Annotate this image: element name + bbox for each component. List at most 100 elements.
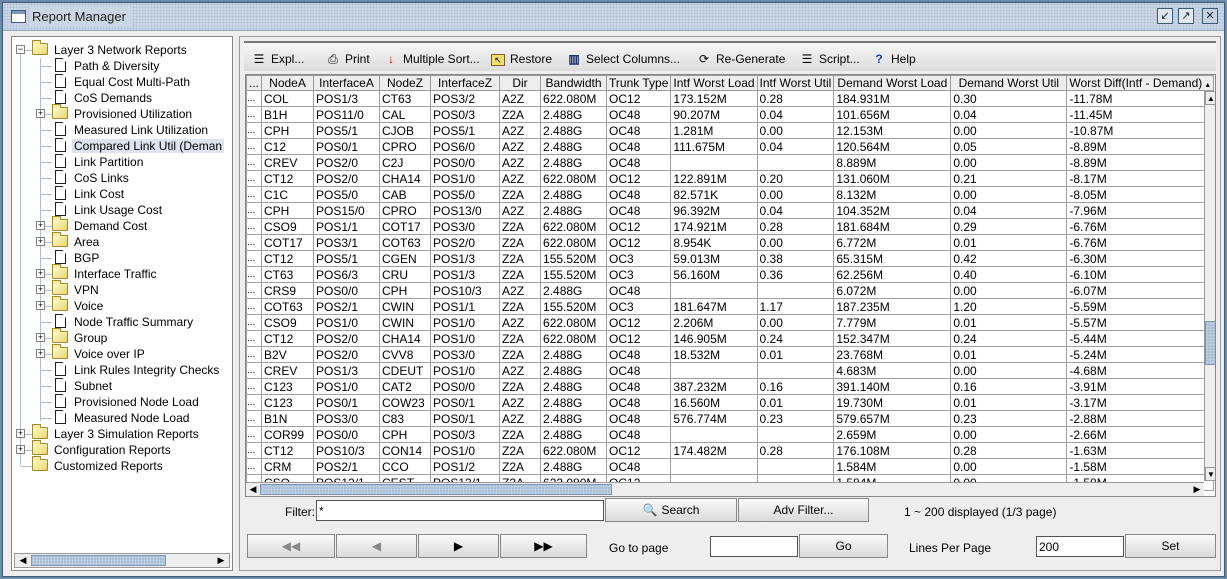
search-button[interactable]: 🔍 Search bbox=[605, 498, 737, 522]
adv-filter-button[interactable]: Adv Filter... bbox=[738, 498, 869, 522]
column-header[interactable]: Intf Worst Load bbox=[670, 75, 758, 91]
restore-down-button[interactable]: ↙ bbox=[1157, 8, 1173, 24]
tree-item[interactable]: Voice bbox=[52, 296, 105, 314]
table-row[interactable]: ... CSO9 POS1/1 COT17 POS3/0 Z2A 622.080M OC12 1… bbox=[246, 218, 1215, 235]
tree-item[interactable]: Customized Reports bbox=[32, 456, 165, 474]
select-columns-button[interactable]: ▥ Select Columns... bbox=[567, 51, 680, 67]
scroll-down-arrow-icon[interactable]: ▼ bbox=[1205, 467, 1215, 481]
tree-item[interactable]: Voice over IP bbox=[52, 344, 147, 362]
column-header[interactable]: Demand Worst Load bbox=[833, 75, 952, 91]
column-header[interactable]: InterfaceZ bbox=[430, 75, 501, 91]
tree-item[interactable]: Provisioned Node Load bbox=[52, 394, 201, 410]
table-row[interactable]: ... CRM POS2/1 CCO POS1/2 Z2A 2.488G OC48 1.584M… bbox=[246, 458, 1215, 475]
column-header[interactable]: InterfaceA bbox=[313, 75, 381, 91]
expand-icon[interactable]: + bbox=[36, 269, 45, 278]
first-page-button[interactable]: ◀◀ bbox=[247, 534, 335, 558]
print-button[interactable]: ⎙ Print bbox=[326, 51, 370, 67]
set-button[interactable]: Set bbox=[1125, 534, 1216, 558]
tree-horizontal-scrollbar[interactable]: ◀ ▶ bbox=[14, 553, 230, 568]
title-bar[interactable]: Report Manager ↙ ↗ ✕ bbox=[3, 3, 1224, 31]
tree-item[interactable]: Path & Diversity bbox=[52, 58, 161, 74]
tree-item[interactable]: Compared Link Util (Deman bbox=[52, 138, 225, 154]
collapse-icon[interactable]: − bbox=[16, 45, 25, 54]
tree-item[interactable]: CoS Links bbox=[52, 170, 131, 186]
table-row[interactable]: ... CT12 POS2/0 CHA14 POS1/0 Z2A 622.080M OC12 1… bbox=[246, 330, 1215, 347]
scroll-up-arrow-icon[interactable]: ▲ bbox=[1205, 91, 1215, 105]
script-button[interactable]: ☰ Script... bbox=[800, 51, 860, 67]
expand-icon[interactable]: + bbox=[16, 445, 25, 454]
table-row[interactable]: ... COL POS1/3 CT63 POS3/2 A2Z 622.080M OC12 173… bbox=[246, 90, 1215, 107]
table-row[interactable]: ... C1C POS5/0 CAB POS5/0 Z2A 2.488G OC48 82.571… bbox=[246, 186, 1215, 203]
table-row[interactable]: ... COR99 POS0/0 CPH POS0/3 Z2A 2.488G OC48 2.65… bbox=[246, 426, 1215, 443]
last-page-button[interactable]: ▶▶ bbox=[500, 534, 587, 558]
help-button[interactable]: ? Help bbox=[872, 51, 915, 67]
explore-button[interactable]: ☰ Expl... bbox=[252, 51, 305, 67]
table-row[interactable]: ... B1N POS3/0 C83 POS0/1 A2Z 2.488G OC48 576.77… bbox=[246, 410, 1215, 427]
tree-item[interactable]: Link Usage Cost bbox=[52, 202, 164, 218]
table-row[interactable]: ... COT17 POS3/1 COT63 POS2/0 Z2A 622.080M OC12… bbox=[246, 234, 1215, 251]
tree-item[interactable]: Layer 3 Simulation Reports bbox=[32, 424, 201, 442]
next-page-button[interactable]: ▶ bbox=[418, 534, 499, 558]
table-row[interactable]: ... CPH POS5/1 CJOB POS5/1 A2Z 2.488G OC48 1.281… bbox=[246, 122, 1215, 139]
column-header[interactable]: Bandwidth bbox=[540, 75, 608, 91]
tree-item[interactable]: Link Partition bbox=[52, 154, 145, 170]
tree-item[interactable]: Provisioned Utilization bbox=[52, 104, 194, 122]
expand-icon[interactable]: + bbox=[36, 109, 45, 118]
table-row[interactable]: ... CREV POS2/0 C2J POS0/0 A2Z 2.488G OC48 8.889… bbox=[246, 154, 1215, 171]
tree-item[interactable]: Measured Link Utilization bbox=[52, 122, 210, 138]
expand-icon[interactable]: + bbox=[36, 221, 45, 230]
table-row[interactable]: ... CT12 POS10/3 CON14 POS1/0 Z2A 622.080M OC12… bbox=[246, 442, 1215, 459]
tree-item[interactable]: Equal Cost Multi-Path bbox=[52, 74, 192, 90]
expand-icon[interactable]: + bbox=[36, 333, 45, 342]
lines-per-page-input[interactable] bbox=[1036, 536, 1124, 557]
tree-item[interactable]: Subnet bbox=[52, 378, 114, 394]
table-row[interactable]: ... B1H POS11/0 CAL POS0/3 Z2A 2.488G OC48 90.20… bbox=[246, 106, 1215, 123]
tree-item[interactable]: Area bbox=[52, 232, 101, 250]
table-row[interactable]: ... CREV POS1/3 CDEUT POS1/0 A2Z 2.488G OC48 4.6… bbox=[246, 362, 1215, 379]
close-button[interactable]: ✕ bbox=[1202, 8, 1218, 24]
table-row[interactable]: ... CPH POS15/0 CPRO POS13/0 A2Z 2.488G OC48 96.… bbox=[246, 202, 1215, 219]
column-header[interactable]: NodeZ bbox=[379, 75, 432, 91]
column-header[interactable]: Demand Worst Util bbox=[950, 75, 1068, 91]
table-row[interactable]: ... C123 POS0/1 COW23 POS0/1 A2Z 2.488G OC48 16.… bbox=[246, 394, 1215, 411]
tree-item[interactable]: Link Cost bbox=[52, 186, 126, 202]
column-header[interactable]: Worst Diff(Intf - Demand) ▲ bbox=[1066, 75, 1215, 91]
column-header[interactable]: Intf Worst Util bbox=[756, 75, 835, 91]
scroll-thumb[interactable] bbox=[31, 555, 166, 566]
expand-icon[interactable]: + bbox=[36, 285, 45, 294]
scroll-left-arrow-icon[interactable]: ◀ bbox=[246, 483, 260, 496]
tree-item[interactable]: Configuration Reports bbox=[32, 440, 173, 458]
scroll-left-arrow-icon[interactable]: ◀ bbox=[16, 554, 30, 567]
expand-icon[interactable]: + bbox=[36, 237, 45, 246]
table-horizontal-scrollbar[interactable]: ◀ ▶ bbox=[246, 482, 1204, 496]
column-header[interactable]: NodeA bbox=[261, 75, 315, 91]
column-header[interactable]: Trunk Type bbox=[606, 75, 672, 91]
tree-item[interactable]: CoS Demands bbox=[52, 90, 154, 106]
column-header[interactable]: ... bbox=[246, 75, 263, 91]
tree-item[interactable]: Measured Node Load bbox=[52, 410, 191, 426]
table-row[interactable]: ... CRS9 POS0/0 CPH POS10/3 A2Z 2.488G OC48 6.07… bbox=[246, 282, 1215, 299]
maximize-button[interactable]: ↗ bbox=[1178, 8, 1194, 24]
table-row[interactable]: ... CT63 POS6/3 CRU POS1/3 Z2A 155.520M OC3 56.1… bbox=[246, 266, 1215, 283]
tree-item[interactable]: Demand Cost bbox=[52, 216, 149, 234]
table-row[interactable]: ... CT12 POS2/0 CHA14 POS1/0 A2Z 622.080M OC12 1… bbox=[246, 170, 1215, 187]
scroll-right-arrow-icon[interactable]: ▶ bbox=[214, 554, 228, 567]
expand-icon[interactable]: + bbox=[36, 301, 45, 310]
column-header[interactable]: Dir bbox=[499, 75, 542, 91]
table-vertical-scrollbar[interactable]: ▲ ▼ bbox=[1204, 91, 1215, 481]
horizontal-scroll-thumb[interactable] bbox=[260, 484, 612, 495]
scroll-right-arrow-icon[interactable]: ▶ bbox=[1190, 483, 1204, 496]
tree-item[interactable]: Layer 3 Network Reports bbox=[32, 40, 189, 58]
go-to-page-input[interactable] bbox=[710, 536, 798, 557]
multiple-sort-button[interactable]: ↓ Multiple Sort... bbox=[384, 51, 480, 67]
tree-item[interactable]: Link Rules Integrity Checks bbox=[52, 362, 221, 378]
table-row[interactable]: ... C123 POS1/0 CAT2 POS0/0 Z2A 2.488G OC48 387.… bbox=[246, 378, 1215, 395]
table-row[interactable]: ... C12 POS0/1 CPRO POS6/0 A2Z 2.488G OC48 111.6… bbox=[246, 138, 1215, 155]
tree-item[interactable]: Node Traffic Summary bbox=[52, 314, 195, 330]
prev-page-button[interactable]: ◀ bbox=[336, 534, 417, 558]
vertical-scroll-thumb[interactable] bbox=[1205, 321, 1215, 365]
table-row[interactable]: ... CT12 POS5/1 CGEN POS1/3 Z2A 155.520M OC3 59.… bbox=[246, 250, 1215, 267]
regenerate-button[interactable]: ⟳ Re-Generate bbox=[697, 51, 785, 67]
table-row[interactable]: ... COT63 POS2/1 CWIN POS1/1 Z2A 155.520M OC3 18… bbox=[246, 298, 1215, 315]
expand-icon[interactable]: + bbox=[36, 349, 45, 358]
